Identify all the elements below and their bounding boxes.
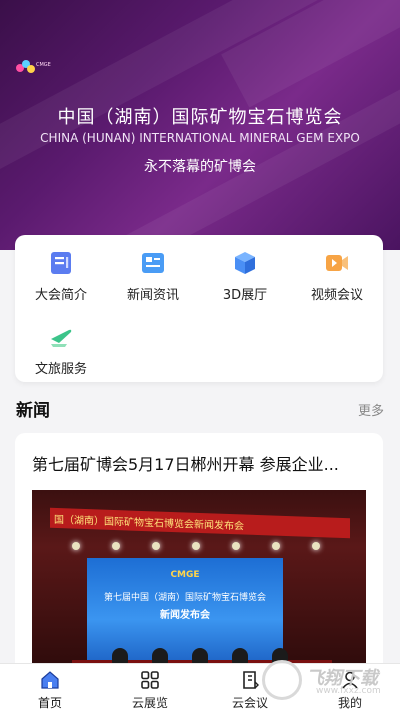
photo-person: [232, 648, 248, 664]
menu-item-label: 视频会议: [310, 288, 363, 303]
feature-menu-card: 大会简介 新闻资讯 3D展厅 视频会议 文旅服务: [15, 235, 383, 382]
hero-title-en: CHINA (HUNAN) INTERNATIONAL MINERAL GEM …: [40, 131, 360, 145]
menu-item-label: 新闻资讯: [126, 288, 179, 303]
notebook-icon: [243, 671, 259, 689]
photo-person: [192, 648, 208, 664]
news-heading: 新闻: [16, 401, 50, 421]
screen-brand: CMGE: [170, 570, 200, 580]
news-photo[interactable]: 国（湖南）国际矿物宝石博览会新闻发布会 CMGE 第七届中国（湖南）国际矿物宝石…: [32, 490, 366, 673]
hero-banner: CMGE 中国（湖南）国际矿物宝石博览会 CHINA (HUNAN) INTER…: [0, 0, 400, 250]
hero-title-cn: 中国（湖南）国际矿物宝石博览会: [57, 107, 343, 128]
watermark-url: www.fxxz.com: [316, 686, 381, 696]
screen-subtitle: 新闻发布会: [160, 610, 210, 621]
menu-item-news[interactable]: 新闻资讯: [107, 235, 199, 303]
news-card[interactable]: 第七届矿博会5月17日郴州开幕 参展企业... 国（湖南）国际矿物宝石博览会新闻…: [15, 433, 383, 673]
logo-text: CMGE: [36, 62, 51, 68]
screen-title: 第七届中国（湖南）国际矿物宝石博览会: [103, 593, 266, 603]
grid-icon: [141, 671, 159, 689]
menu-item-label: 3D展厅: [222, 288, 268, 303]
tab-label: 首页: [37, 696, 62, 710]
news-icon: [142, 253, 164, 273]
menu-item-label: 文旅服务: [34, 362, 87, 377]
photo-person: [112, 648, 128, 664]
menu-item-intro[interactable]: 大会简介: [15, 235, 107, 303]
menu-item-3d-hall[interactable]: 3D展厅: [199, 235, 291, 303]
news-more-link[interactable]: 更多: [358, 400, 384, 419]
menu-item-label: 大会简介: [34, 288, 87, 303]
photo-person: [152, 648, 168, 664]
cube-icon: [235, 252, 255, 274]
menu-item-travel-service[interactable]: 文旅服务: [15, 309, 107, 377]
tab-label: 我的: [337, 696, 362, 710]
document-icon: [51, 252, 71, 274]
tab-label: 云展览: [131, 696, 168, 710]
video-icon: [326, 255, 348, 271]
hero-slogan: 永不落幕的矿博会: [144, 159, 256, 175]
news-section-header: 新闻 更多: [16, 396, 384, 421]
plane-icon: [51, 329, 72, 347]
tab-cloud-exhibition[interactable]: 云展览: [100, 664, 200, 711]
expo-logo: CMGE: [16, 60, 60, 76]
photo-ceiling-lights: [72, 542, 322, 552]
news-headline[interactable]: 第七届矿博会5月17日郴州开幕 参展企业...: [32, 451, 366, 475]
watermark-logo: [262, 660, 302, 700]
tab-home[interactable]: 首页: [0, 664, 100, 711]
home-icon: [41, 671, 59, 689]
menu-item-video-meeting[interactable]: 视频会议: [291, 235, 383, 303]
